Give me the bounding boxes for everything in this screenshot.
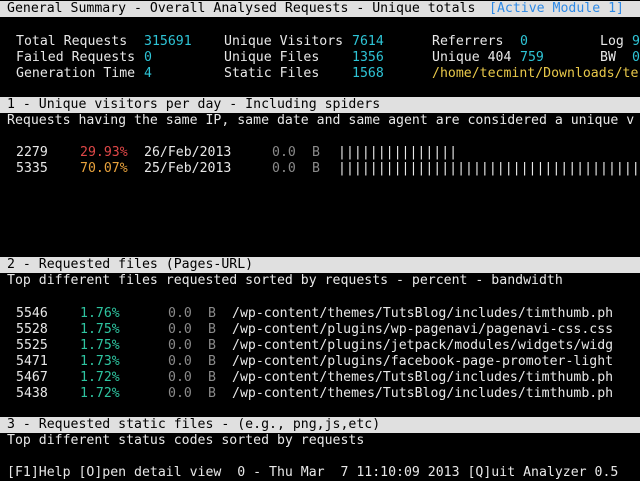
file-bandwidth-unit: B	[208, 306, 216, 321]
unique-404-label: Unique 404	[432, 50, 512, 65]
module-3-header[interactable]: 3 - Requested static files - (e.g., png,…	[0, 417, 640, 433]
file-percent: 1.72%	[80, 386, 120, 401]
footer-status-bar: [F1]Help [O]pen detail view 0 - Thu Mar …	[0, 465, 640, 481]
visitor-row[interactable]: 5335 70.07% 25/Feb/2013 0.0 B ||||||||||…	[0, 161, 640, 177]
module-2-header[interactable]: 2 - Requested files (Pages-URL)	[0, 257, 640, 273]
file-hits: 5525	[16, 338, 48, 353]
file-percent: 1.75%	[80, 322, 120, 337]
file-path: /wp-content/themes/TutsBlog/includes/tim…	[232, 306, 614, 321]
file-row[interactable]: 5471 1.73% 0.0 B /wp-content/plugins/fac…	[0, 354, 640, 370]
file-bandwidth-unit: B	[208, 370, 216, 385]
file-hits: 5438	[16, 386, 48, 401]
referrers-label: Referrers	[432, 34, 504, 49]
unique-visitors-label: Unique Visitors	[224, 34, 344, 49]
file-row[interactable]: 5546 1.76% 0.0 B /wp-content/themes/Tuts…	[0, 306, 640, 322]
unique-files-value: 1356	[352, 50, 384, 65]
visitor-bandwidth-unit: B	[312, 161, 320, 176]
module-1-subtitle-row: Requests having the same IP, same date a…	[0, 113, 640, 129]
visitor-bar-graph: |||||||||||||||	[338, 145, 458, 160]
file-bandwidth-unit: B	[208, 354, 216, 369]
file-hits: 5528	[16, 322, 48, 337]
file-path: /wp-content/themes/TutsBlog/includes/tim…	[232, 386, 614, 401]
bw-label: BW	[600, 50, 616, 65]
referrers-value: 0	[520, 34, 528, 49]
file-bandwidth: 0.0	[168, 370, 192, 385]
total-requests-value: 315691	[144, 34, 192, 49]
static-files-label: Static Files	[224, 66, 320, 81]
log-value: 9	[632, 34, 640, 49]
file-row[interactable]: 5438 1.72% 0.0 B /wp-content/themes/Tuts…	[0, 386, 640, 402]
file-hits: 5546	[16, 306, 48, 321]
file-percent: 1.73%	[80, 354, 120, 369]
module-2-subtitle: Top different files requested sorted by …	[7, 273, 563, 288]
module-1-title: 1 - Unique visitors per day - Including …	[7, 97, 381, 112]
summary-row-3: Generation Time 4 Static Files 1568 /hom…	[0, 66, 640, 82]
bw-value: 0	[632, 50, 640, 65]
file-bandwidth: 0.0	[168, 354, 192, 369]
visitor-bandwidth: 0.0	[272, 145, 296, 160]
file-bandwidth-unit: B	[208, 338, 216, 353]
unique-visitors-value: 7614	[352, 34, 384, 49]
visitor-bandwidth: 0.0	[272, 161, 296, 176]
generation-time-value: 4	[144, 66, 152, 81]
file-hits: 5467	[16, 370, 48, 385]
file-bandwidth-unit: B	[208, 322, 216, 337]
active-module-indicator[interactable]: [Active Module 1]	[489, 1, 624, 17]
failed-requests-value: 0	[144, 50, 152, 65]
file-path: /wp-content/plugins/jetpack/modules/widg…	[232, 338, 614, 353]
header-bar: General Summary - Overall Analysed Reque…	[0, 1, 640, 17]
log-path: /home/tecmint/Downloads/te	[432, 66, 639, 81]
file-row[interactable]: 5528 1.75% 0.0 B /wp-content/plugins/wp-…	[0, 322, 640, 338]
module-3-title: 3 - Requested static files - (e.g., png,…	[7, 417, 381, 432]
file-row[interactable]: 5467 1.72% 0.0 B /wp-content/themes/Tuts…	[0, 370, 640, 386]
visitor-hits: 2279	[16, 145, 48, 160]
summary-row-1: Total Requests 315691 Unique Visitors 76…	[0, 34, 640, 50]
file-percent: 1.72%	[80, 370, 120, 385]
file-bandwidth: 0.0	[168, 322, 192, 337]
header-title: General Summary - Overall Analysed Reque…	[7, 1, 476, 16]
unique-files-label: Unique Files	[224, 50, 320, 65]
visitor-hits: 5335	[16, 161, 48, 176]
visitor-row[interactable]: 2279 29.93% 26/Feb/2013 0.0 B ||||||||||…	[0, 145, 640, 161]
unique-404-value: 759	[520, 50, 544, 65]
file-row[interactable]: 5525 1.75% 0.0 B /wp-content/plugins/jet…	[0, 338, 640, 354]
module-2-subtitle-row: Top different files requested sorted by …	[0, 273, 640, 289]
visitor-bandwidth-unit: B	[312, 145, 320, 160]
file-bandwidth: 0.0	[168, 386, 192, 401]
summary-row-2: Failed Requests 0 Unique Files 1356 Uniq…	[0, 50, 640, 66]
total-requests-label: Total Requests	[16, 34, 128, 49]
file-bandwidth: 0.0	[168, 338, 192, 353]
static-files-value: 1568	[352, 66, 384, 81]
failed-requests-label: Failed Requests	[16, 50, 136, 65]
visitor-date: 26/Feb/2013	[144, 145, 232, 160]
log-label: Log	[600, 34, 624, 49]
file-bandwidth-unit: B	[208, 386, 216, 401]
module-1-subtitle: Requests having the same IP, same date a…	[7, 113, 635, 128]
file-percent: 1.75%	[80, 338, 120, 353]
file-percent: 1.76%	[80, 306, 120, 321]
module-2-title: 2 - Requested files (Pages-URL)	[7, 257, 254, 272]
file-path: /wp-content/plugins/facebook-page-promot…	[232, 354, 614, 369]
footer-shortcuts[interactable]: [F1]Help [O]pen detail view 0 - Thu Mar …	[7, 465, 618, 481]
file-path: /wp-content/themes/TutsBlog/includes/tim…	[232, 370, 614, 385]
visitor-percent: 29.93%	[80, 145, 128, 160]
module-3-subtitle-row: Top different status codes sorted by req…	[0, 433, 640, 449]
visitor-date: 25/Feb/2013	[144, 161, 232, 176]
file-path: /wp-content/plugins/wp-pagenavi/pagenavi…	[232, 322, 614, 337]
file-hits: 5471	[16, 354, 48, 369]
module-3-subtitle: Top different status codes sorted by req…	[7, 433, 365, 448]
visitor-percent: 70.07%	[80, 161, 128, 176]
generation-time-label: Generation Time	[16, 66, 136, 81]
visitor-bar-graph: ||||||||||||||||||||||||||||||||||||||	[338, 161, 640, 176]
file-bandwidth: 0.0	[168, 306, 192, 321]
module-1-header[interactable]: 1 - Unique visitors per day - Including …	[0, 97, 640, 113]
